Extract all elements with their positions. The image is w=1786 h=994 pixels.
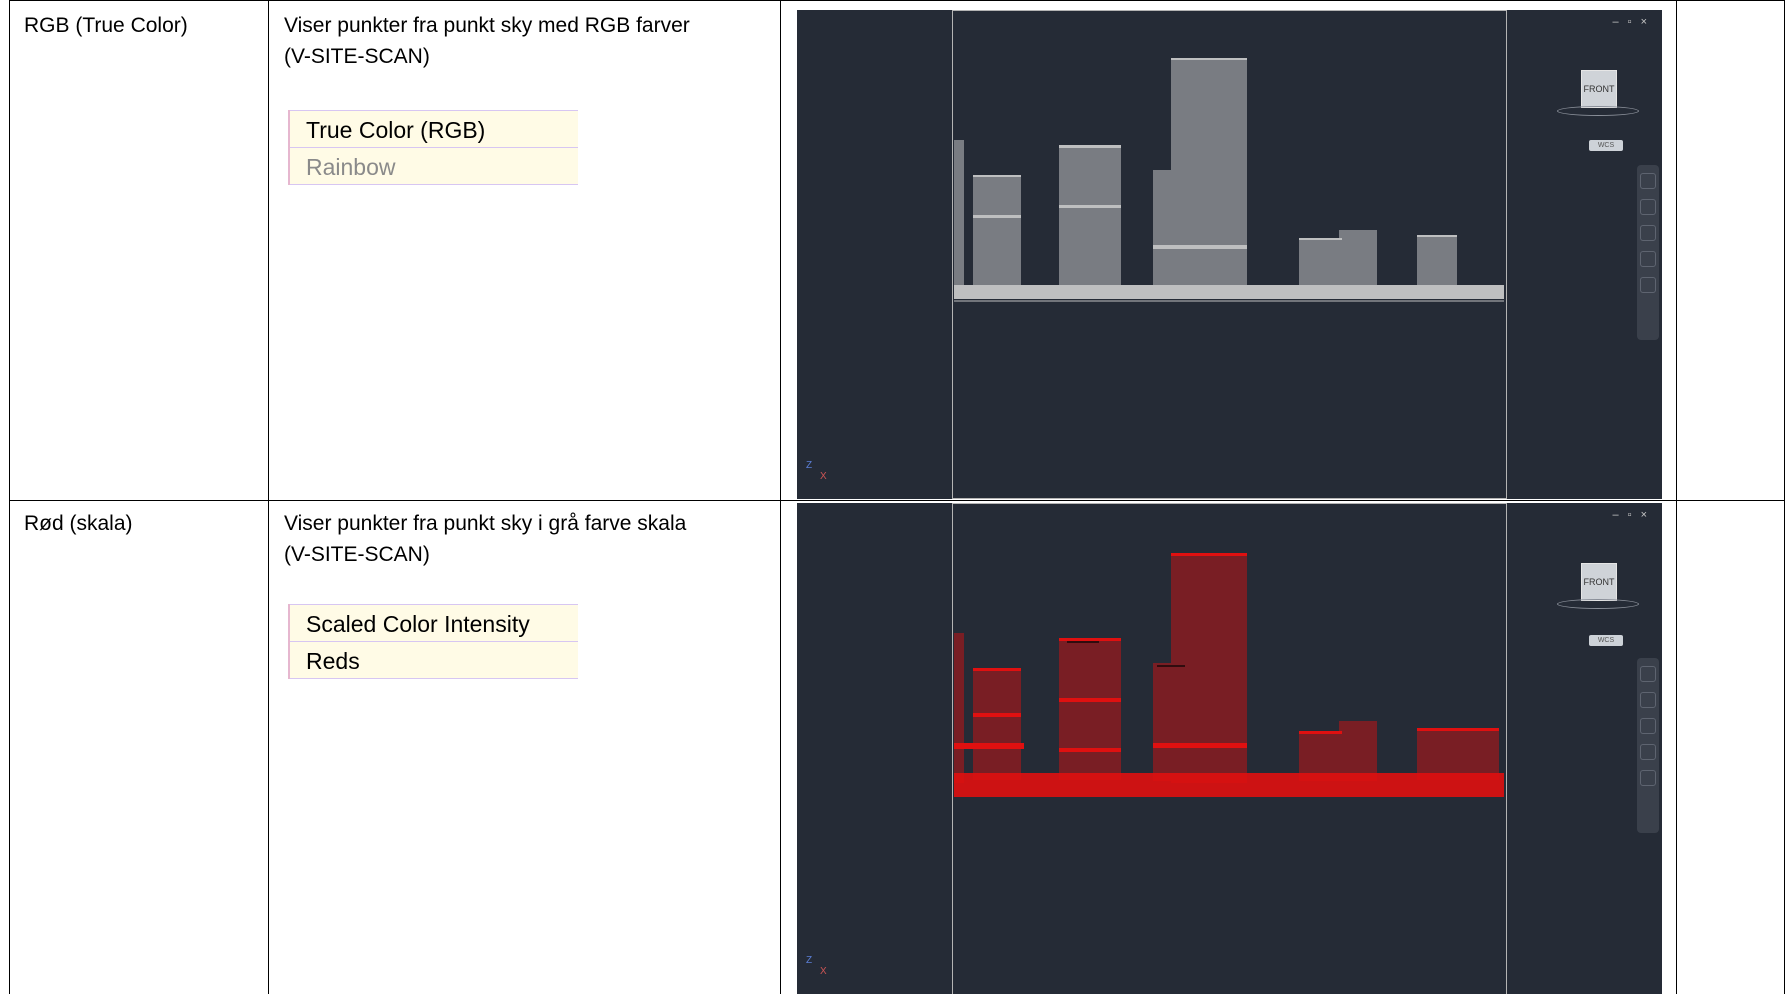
menu-item-rainbow[interactable]: Rainbow	[290, 148, 578, 185]
row2-wcs-badge[interactable]: WCS	[1589, 635, 1623, 646]
orbit-icon[interactable]	[1640, 199, 1656, 215]
row1-window-controls[interactable]: – ▫ ×	[1612, 16, 1650, 28]
row1-ucs-icon: Z X	[806, 460, 827, 482]
row1-mode-label: RGB (True Color)	[24, 14, 188, 37]
table-divider-col1	[268, 0, 269, 994]
row2-point-cloud	[954, 553, 1504, 797]
table-border-top	[9, 0, 1785, 1]
row2-window-controls[interactable]: – ▫ ×	[1612, 509, 1650, 521]
orbit-icon[interactable]	[1640, 692, 1656, 708]
pan-icon[interactable]	[1640, 225, 1656, 241]
row1-description-line1: Viser punkter fra punkt sky med RGB farv…	[284, 14, 690, 37]
pan-icon[interactable]	[1640, 718, 1656, 734]
zoom-icon[interactable]	[1640, 744, 1656, 760]
row2-description-line1: Viser punkter fra punkt sky i grå farve …	[284, 512, 687, 535]
row2-description-line2: (V-SITE-SCAN)	[284, 543, 430, 566]
row1-ucs-x: X	[820, 471, 827, 482]
steering-wheel-icon[interactable]	[1640, 173, 1656, 189]
row2-cad-viewport[interactable]: – ▫ × FRONT WCS Z X	[797, 503, 1662, 994]
row1-cad-viewport[interactable]: – ▫ × FRONT WCS Z X	[797, 10, 1662, 499]
row1-description: Viser punkter fra punkt sky med RGB farv…	[284, 10, 690, 72]
zoom-icon[interactable]	[1640, 251, 1656, 267]
table-border-right	[1784, 0, 1785, 994]
row1-navigation-bar[interactable]	[1637, 165, 1659, 340]
table-row-divider	[9, 500, 1785, 501]
table-divider-col3	[1676, 0, 1677, 994]
row2-ucs-icon: Z X	[806, 955, 827, 977]
table-border-left	[9, 0, 10, 994]
row1-point-cloud	[954, 58, 1504, 302]
row1-description-line2: (V-SITE-SCAN)	[284, 45, 430, 68]
row2-description: Viser punkter fra punkt sky i grå farve …	[284, 508, 686, 570]
showmotion-icon[interactable]	[1640, 770, 1656, 786]
row2-viewcube-front[interactable]: FRONT	[1581, 563, 1617, 601]
row2-ucs-z: Z	[806, 955, 813, 966]
row2-ucs-x: X	[820, 966, 827, 977]
row1-wcs-badge[interactable]: WCS	[1589, 140, 1623, 151]
row2-viewcube[interactable]: FRONT	[1557, 563, 1639, 629]
row2-viewcube-ring[interactable]	[1557, 599, 1639, 609]
menu-item-scaled-color-intensity[interactable]: Scaled Color Intensity	[290, 604, 578, 642]
row1-viewcube-ring[interactable]	[1557, 106, 1639, 116]
row1-color-menu: True Color (RGB) Rainbow	[288, 110, 578, 185]
row1-ucs-z: Z	[806, 460, 813, 471]
menu-item-reds[interactable]: Reds	[290, 642, 578, 679]
row1-viewcube[interactable]: FRONT	[1557, 70, 1639, 136]
row2-navigation-bar[interactable]	[1637, 658, 1659, 833]
row1-viewcube-front[interactable]: FRONT	[1581, 70, 1617, 108]
steering-wheel-icon[interactable]	[1640, 666, 1656, 682]
row2-mode-label: Rød (skala)	[24, 512, 133, 535]
menu-item-true-color[interactable]: True Color (RGB)	[290, 110, 578, 148]
table-divider-col2	[780, 0, 781, 994]
showmotion-icon[interactable]	[1640, 277, 1656, 293]
row2-color-menu: Scaled Color Intensity Reds	[288, 604, 578, 679]
